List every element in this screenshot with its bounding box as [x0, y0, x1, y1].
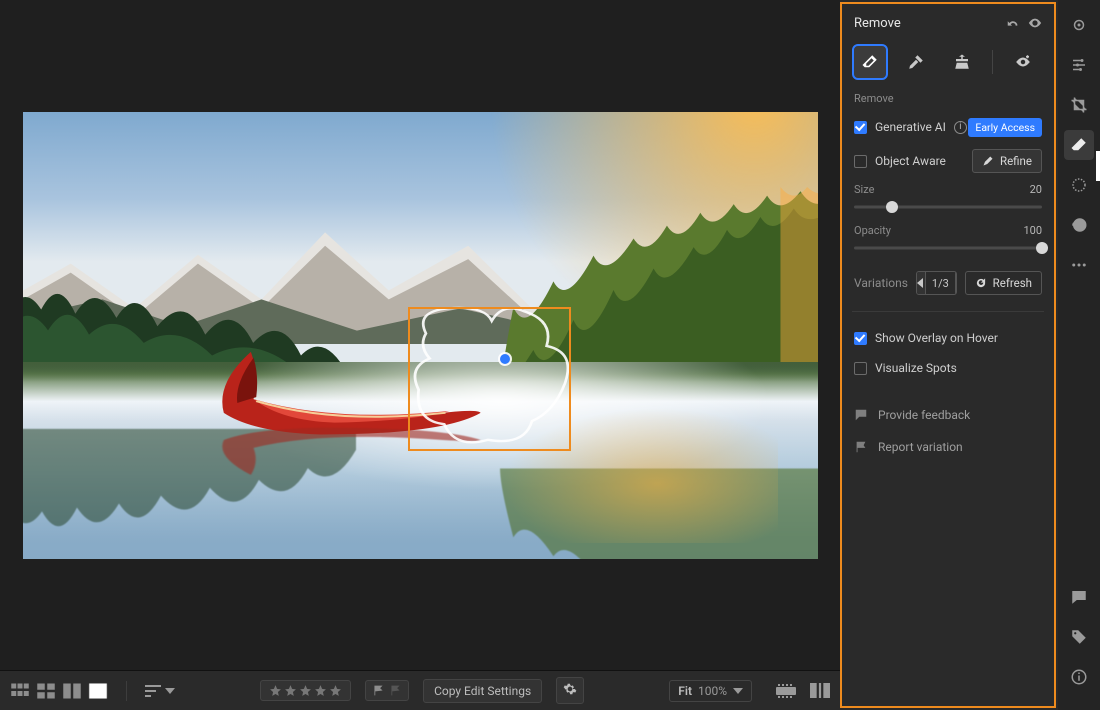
- filmstrip-icon[interactable]: [776, 683, 796, 699]
- settings-gear-button[interactable]: [556, 677, 584, 704]
- comment-icon[interactable]: [1064, 582, 1094, 612]
- add-to-mask-tab[interactable]: [1007, 46, 1039, 78]
- object-aware-checkbox[interactable]: [854, 155, 867, 168]
- grid-large-icon[interactable]: [36, 683, 56, 699]
- bottom-toolbar: Copy Edit Settings Fit 100%: [0, 670, 840, 710]
- flag-buttons[interactable]: [365, 680, 409, 701]
- heal-icon[interactable]: [1064, 130, 1094, 160]
- opacity-track[interactable]: [854, 241, 1042, 255]
- panel-title: Remove: [854, 16, 901, 31]
- size-thumb[interactable]: [886, 201, 898, 213]
- generative-ai-row: Generative AI i Early Access: [854, 115, 1042, 139]
- sliders-icon[interactable]: [1064, 50, 1094, 80]
- single-view-icon[interactable]: [88, 683, 108, 699]
- variations-row: Variations 1/3 Refresh: [854, 271, 1042, 295]
- more-icon[interactable]: [1064, 250, 1094, 280]
- fit-label: Fit: [678, 684, 692, 698]
- variations-stepper: 1/3: [916, 271, 957, 295]
- canvas-wrap[interactable]: [0, 0, 840, 670]
- zoom-fit-dropdown[interactable]: Fit 100%: [669, 680, 752, 702]
- panel-toggle-icon[interactable]: [810, 683, 830, 699]
- object-aware-row: Object Aware Refine: [854, 149, 1042, 173]
- undo-icon[interactable]: [1006, 16, 1020, 30]
- opacity-label: Opacity: [854, 224, 891, 237]
- view-mode-group: [10, 683, 108, 699]
- early-access-badge: Early Access: [968, 118, 1042, 137]
- opacity-value: 100: [1023, 224, 1042, 237]
- section-label: Remove: [854, 92, 1042, 105]
- clone-stamp-tab[interactable]: [946, 46, 978, 78]
- info-panel-icon[interactable]: [1064, 662, 1094, 692]
- object-aware-label: Object Aware: [875, 154, 946, 168]
- visualize-label: Visualize Spots: [875, 361, 957, 375]
- info-icon[interactable]: i: [954, 121, 967, 134]
- variation-count: 1/3: [925, 272, 956, 294]
- variation-next-button[interactable]: [956, 272, 957, 294]
- generative-ai-label: Generative AI: [875, 120, 946, 134]
- size-slider: Size 20: [854, 183, 1042, 214]
- compare-icon[interactable]: [62, 683, 82, 699]
- history-icon[interactable]: [1064, 210, 1094, 240]
- refine-label: Refine: [1000, 154, 1032, 168]
- refresh-button[interactable]: Refresh: [965, 271, 1042, 295]
- mask-icon[interactable]: [1064, 170, 1094, 200]
- report-label: Report variation: [878, 440, 963, 454]
- rating-stars[interactable]: [260, 680, 351, 701]
- sort-button[interactable]: [145, 685, 175, 697]
- report-link[interactable]: Report variation: [854, 436, 1042, 458]
- photo-canvas[interactable]: [23, 112, 818, 559]
- visibility-icon[interactable]: [1028, 16, 1042, 30]
- refresh-label: Refresh: [993, 276, 1032, 290]
- opacity-thumb[interactable]: [1036, 242, 1048, 254]
- fit-value: 100%: [698, 684, 727, 698]
- visualize-row: Visualize Spots: [854, 358, 1042, 378]
- opacity-slider: Opacity 100: [854, 224, 1042, 255]
- overlay-row: Show Overlay on Hover: [854, 328, 1042, 348]
- cursor-indicator: [500, 354, 510, 364]
- generative-ai-checkbox[interactable]: [854, 121, 867, 134]
- edit-icon[interactable]: [1064, 10, 1094, 40]
- divider: [852, 311, 1044, 312]
- refine-button[interactable]: Refine: [972, 149, 1042, 173]
- overlay-checkbox[interactable]: [854, 332, 867, 345]
- heal-tool-tabs: [854, 42, 1042, 82]
- side-panel-column: Remove Remove Gene: [840, 0, 1058, 710]
- separator: [992, 50, 993, 74]
- remove-panel: Remove Remove Gene: [840, 2, 1056, 708]
- feedback-label: Provide feedback: [878, 408, 970, 422]
- canvas-column: Copy Edit Settings Fit 100%: [0, 0, 840, 710]
- active-indicator: [1096, 151, 1100, 181]
- heal-brush-tab[interactable]: [900, 46, 932, 78]
- size-value: 20: [1030, 183, 1042, 196]
- photo-canoe-reflection: [213, 423, 483, 479]
- grid-small-icon[interactable]: [10, 683, 30, 699]
- right-toolbar: [1058, 0, 1100, 710]
- size-label: Size: [854, 183, 874, 196]
- divider: [126, 681, 127, 701]
- variations-label: Variations: [854, 276, 908, 290]
- copy-edit-settings-button[interactable]: Copy Edit Settings: [423, 679, 542, 703]
- eraser-tab[interactable]: [854, 46, 886, 78]
- overlay-label: Show Overlay on Hover: [875, 331, 998, 345]
- tag-icon[interactable]: [1064, 622, 1094, 652]
- feedback-link[interactable]: Provide feedback: [854, 404, 1042, 426]
- visualize-checkbox[interactable]: [854, 362, 867, 375]
- variation-prev-button[interactable]: [917, 272, 925, 294]
- size-track[interactable]: [854, 200, 1042, 214]
- crop-icon[interactable]: [1064, 90, 1094, 120]
